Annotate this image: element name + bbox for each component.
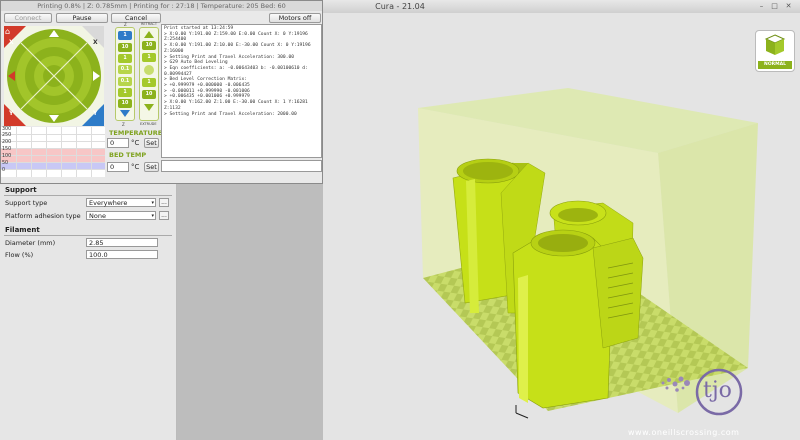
set-bed-temp-button[interactable]: Set bbox=[144, 162, 159, 172]
bed-temp-input[interactable]: 0 bbox=[107, 162, 129, 172]
adhesion-label: Platform adhesion type bbox=[5, 212, 81, 220]
temperature-label: TEMPERATURE bbox=[109, 129, 163, 137]
normal-view-icon bbox=[764, 34, 786, 55]
xy-jog-control[interactable]: ⌂ X X Y Y bbox=[4, 26, 104, 126]
motors-off-button[interactable]: Motors off bbox=[269, 13, 321, 23]
retract-caption: RETRACT bbox=[141, 22, 157, 26]
extrude-arrow-icon bbox=[144, 104, 154, 111]
model-hole bbox=[463, 162, 513, 180]
chevron-down-icon: ▾ bbox=[151, 200, 154, 206]
z-top-caption: Z bbox=[124, 22, 127, 27]
x-plus-label: X bbox=[93, 39, 98, 46]
support-type-select[interactable]: Everywhere ▾ bbox=[86, 198, 156, 207]
support-type-label: Support type bbox=[5, 199, 48, 207]
graph-tick: 50 bbox=[2, 161, 9, 166]
z-down-1-button[interactable]: 1 bbox=[118, 88, 132, 97]
extruder-jog-control[interactable]: RETRACT 10 1 1 10 EXTRUDE bbox=[139, 22, 159, 126]
set-temperature-button[interactable]: Set bbox=[144, 138, 159, 148]
graph-tick: 0 bbox=[2, 168, 6, 173]
pause-button[interactable]: Pause bbox=[56, 13, 108, 23]
chevron-down-icon: ▾ bbox=[151, 213, 154, 219]
z-up-01-button[interactable]: 0.1 bbox=[118, 65, 132, 74]
model-part bbox=[518, 275, 528, 403]
support-type-value: Everywhere bbox=[89, 199, 128, 207]
watermark-logo: tjo bbox=[653, 368, 743, 423]
diameter-label: Diameter (mm) bbox=[5, 239, 56, 247]
z-down-10-button[interactable]: 10 bbox=[118, 99, 132, 108]
graph-tick: 200 bbox=[2, 140, 12, 145]
retract-arrow-icon bbox=[144, 31, 154, 38]
flow-label: Flow (%) bbox=[5, 251, 34, 259]
graph-tick: 150 bbox=[2, 147, 12, 152]
z-up-1-button[interactable]: 1 bbox=[118, 54, 132, 63]
diameter-input[interactable]: 2.85 bbox=[86, 238, 158, 247]
adhesion-value: None bbox=[89, 212, 106, 220]
z-home-button[interactable]: 1 bbox=[118, 31, 132, 40]
z-down-arrow-icon bbox=[120, 110, 130, 117]
logo-text: tjo bbox=[703, 378, 732, 403]
connect-button[interactable]: Connect bbox=[4, 13, 52, 23]
extruder-icon bbox=[144, 65, 154, 75]
retract-1-button[interactable]: 1 bbox=[142, 53, 156, 62]
view-mode-button[interactable]: NORMAL bbox=[755, 30, 795, 72]
settings-panel: Support Support type Everywhere ▾ ... Pl… bbox=[0, 180, 177, 440]
support-header: Support bbox=[5, 186, 37, 194]
adhesion-more-button[interactable]: ... bbox=[159, 211, 169, 220]
z-down-01-button[interactable]: 0.1 bbox=[118, 77, 132, 86]
home-icon[interactable]: ⌂ bbox=[5, 27, 10, 36]
log-line: > X:0.00 Y:191.00 Z:10.00 E:-30.00 Count… bbox=[164, 43, 311, 49]
app-title: Cura - 21.04 bbox=[375, 2, 425, 11]
gcode-command-input[interactable] bbox=[161, 160, 322, 172]
extrude-caption: EXTRUDE bbox=[140, 122, 157, 126]
x-minus-label: X bbox=[9, 39, 14, 46]
graph-tick: 250 bbox=[2, 133, 12, 138]
axis-indicator bbox=[515, 412, 529, 419]
filament-header: Filament bbox=[5, 226, 40, 234]
z-up-10-button[interactable]: 10 bbox=[118, 43, 132, 52]
bed-temp-unit: °C bbox=[131, 163, 140, 171]
bed-temp-label: BED TEMP bbox=[109, 151, 147, 159]
temperature-input[interactable]: 0 bbox=[107, 138, 129, 148]
z-jog-control[interactable]: Z 1 10 1 0.1 0.1 1 10 Z bbox=[115, 22, 135, 127]
log-line: > X:0.00 Y:162.00 Z:1.00 E:-30.00 Count … bbox=[164, 100, 308, 106]
log-line: > Eqn coefficients: a: -0.00643403 b: -0… bbox=[164, 65, 308, 71]
adhesion-select[interactable]: None ▾ bbox=[86, 211, 156, 220]
temperature-graph: 300 250 200 150 100 50 0 bbox=[1, 127, 105, 177]
extrude-10-button[interactable]: 10 bbox=[142, 90, 156, 99]
log-line: > Setting Print and Travel Acceleration:… bbox=[164, 111, 297, 117]
divider bbox=[4, 235, 172, 236]
maximize-button[interactable]: □ bbox=[770, 2, 779, 11]
graph-tick: 100 bbox=[2, 154, 12, 159]
minimize-button[interactable]: – bbox=[757, 2, 766, 11]
flow-input[interactable]: 100.0 bbox=[86, 250, 158, 259]
retract-10-button[interactable]: 10 bbox=[142, 41, 156, 50]
graph-tick: 300 bbox=[2, 127, 12, 132]
temperature-unit: °C bbox=[131, 139, 140, 147]
print-log[interactable]: Print started at 13:24:59 > X:0.00 Y:191.… bbox=[161, 24, 322, 158]
divider bbox=[4, 195, 172, 196]
printer-control-window: Printing 0.8% | Z: 0.785mm | Printing fo… bbox=[0, 0, 323, 184]
close-button[interactable]: ✕ bbox=[784, 2, 793, 11]
support-type-more-button[interactable]: ... bbox=[159, 198, 169, 207]
jog-wheel[interactable] bbox=[4, 26, 104, 126]
model-hole bbox=[558, 208, 598, 222]
y-plus-label: Y bbox=[9, 110, 14, 117]
3d-viewport[interactable]: NORMAL tjo www.oneillscrossing.com bbox=[323, 13, 800, 440]
printer-window-title: Printing 0.8% | Z: 0.785mm | Printing fo… bbox=[1, 1, 322, 11]
extrude-1-button[interactable]: 1 bbox=[142, 78, 156, 87]
y-minus-label: Y bbox=[93, 110, 98, 117]
view-mode-label: NORMAL bbox=[758, 61, 792, 69]
z-bottom-caption: Z bbox=[122, 122, 125, 127]
log-line: > X:0.00 Y:191.00 Z:159.00 E:0.00 Count … bbox=[164, 31, 308, 37]
watermark-text: www.oneillscrossing.com bbox=[628, 428, 740, 437]
model-hole bbox=[538, 234, 588, 252]
